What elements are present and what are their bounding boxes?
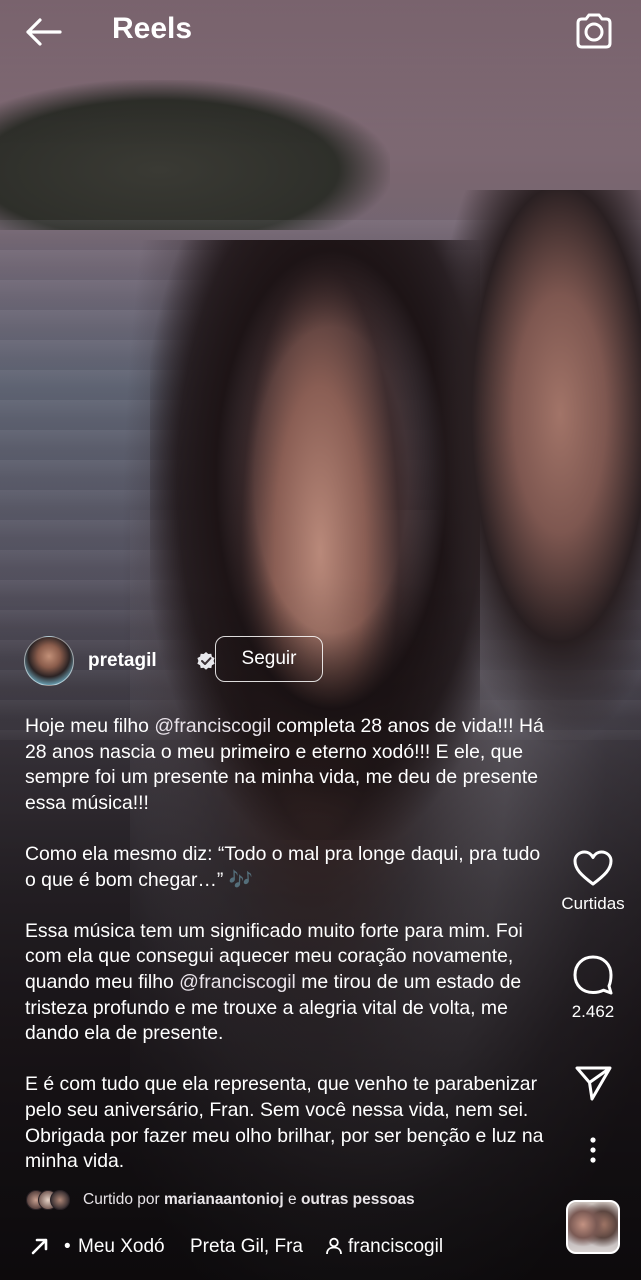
caption-paragraph-1: Hoje meu filho @franciscogil completa 28… [25, 714, 555, 816]
song-title[interactable]: Meu Xodó [78, 1236, 165, 1258]
top-bar: Reels [0, 0, 641, 62]
send-icon [575, 1066, 612, 1101]
arrow-up-right-icon [31, 1238, 48, 1255]
caption-text: E é com tudo que ela representa, que ven… [25, 1073, 544, 1172]
caption-paragraph-2: Como ela mesmo diz: “Todo o mal pra long… [25, 842, 555, 893]
liked-user[interactable]: marianaantonioj [164, 1191, 284, 1208]
caption-text: Como ela mesmo diz: “Todo o mal pra long… [25, 842, 541, 891]
caption-paragraph-3: Essa música tem um significado muito for… [25, 919, 555, 1047]
comment-count: 2.462 [571, 1002, 615, 1021]
author-username[interactable]: pretagil [88, 650, 157, 672]
liked-conjunction: e [283, 1191, 301, 1208]
like-button[interactable]: Curtidas [550, 848, 636, 914]
comment-bubble-icon [573, 955, 613, 995]
tagged-user[interactable]: franciscogil [348, 1236, 443, 1258]
follow-button[interactable]: Seguir [215, 636, 323, 682]
arrow-left-icon [26, 18, 62, 46]
liked-by-row[interactable]: Curtido por marianaantonioj e outras pes… [26, 1188, 546, 1212]
song-artist[interactable]: Preta Gil, Fra [190, 1236, 303, 1258]
share-button[interactable] [550, 1062, 636, 1104]
music-notes-icon: 🎶 [228, 868, 253, 891]
caption-text: Hoje meu filho [25, 715, 155, 737]
avatar[interactable] [24, 636, 74, 686]
reel-caption[interactable]: Hoje meu filho @franciscogil completa 28… [25, 714, 555, 1172]
liker-avatars [26, 1190, 74, 1210]
camera-button[interactable] [572, 10, 616, 52]
more-options-button[interactable] [550, 1136, 636, 1166]
caption-paragraph-4: E é com tudo que ela representa, que ven… [25, 1072, 555, 1172]
audio-thumbnail[interactable] [566, 1200, 620, 1254]
mention-link[interactable]: @franciscogil [179, 971, 296, 993]
author-row: pretagil Seguir [24, 634, 584, 688]
camera-icon [576, 13, 612, 49]
bullet: • [64, 1236, 71, 1257]
like-label: Curtidas [561, 894, 625, 913]
person-tag-icon [326, 1237, 342, 1255]
mention-link[interactable]: @franciscogil [154, 715, 271, 737]
page-title: Reels [112, 12, 193, 45]
heart-icon [573, 850, 613, 886]
liked-prefix: Curtido por [83, 1191, 164, 1208]
more-vertical-icon [590, 1137, 596, 1163]
comment-button[interactable]: 2.462 [550, 952, 636, 1022]
back-button[interactable] [22, 14, 66, 50]
verified-badge-icon [197, 652, 215, 670]
liked-by-text: Curtido por marianaantonioj e outras pes… [83, 1191, 415, 1209]
liker-avatar [50, 1190, 70, 1210]
liked-others[interactable]: outras pessoas [301, 1191, 415, 1208]
audio-row: • Meu Xodó Preta Gil, Fra franciscogil [28, 1232, 548, 1262]
